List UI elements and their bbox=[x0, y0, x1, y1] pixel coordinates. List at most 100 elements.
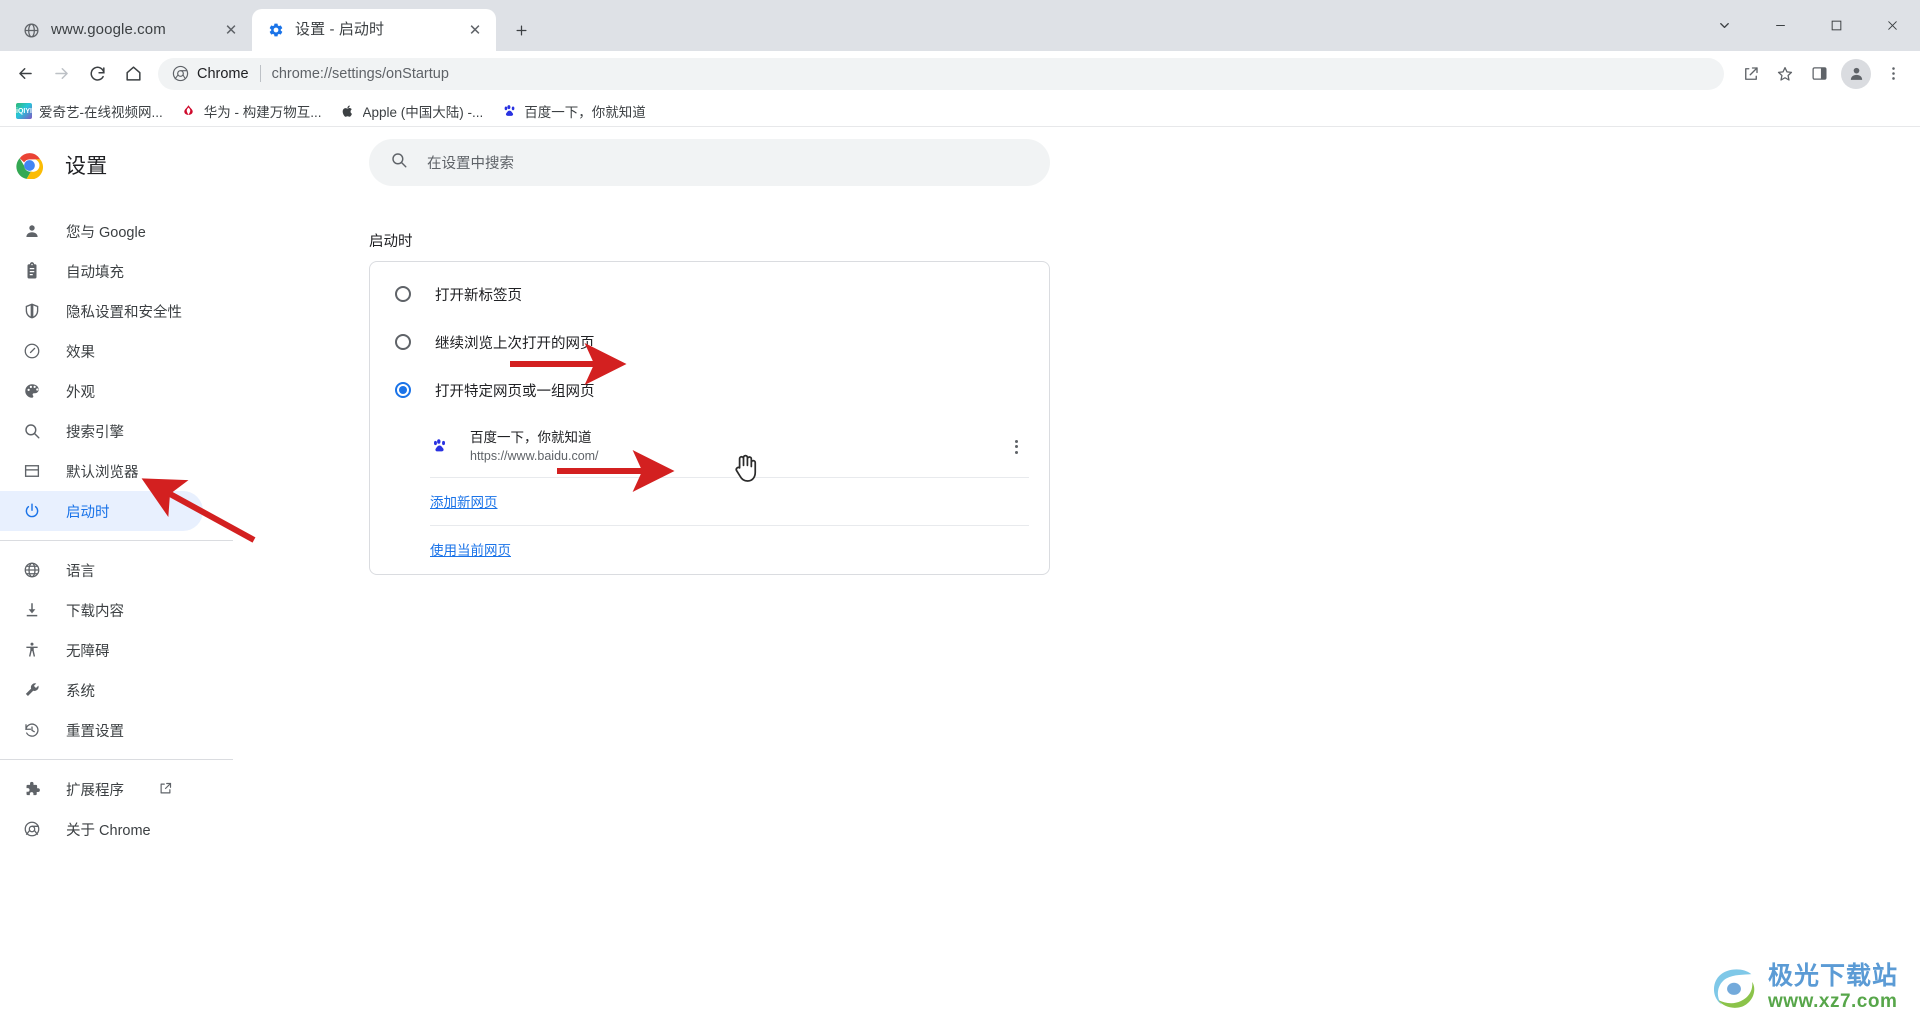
shield-icon bbox=[22, 301, 42, 321]
clipboard-icon bbox=[22, 261, 42, 281]
settings-search-wrapper: 在设置中搜索 bbox=[369, 139, 1050, 186]
chrome-icon bbox=[22, 819, 42, 839]
baidu-icon bbox=[430, 438, 448, 456]
reload-icon[interactable] bbox=[80, 57, 114, 91]
sidebar-item-you-and-google[interactable]: 您与 Google bbox=[0, 211, 203, 251]
tab-search-icon[interactable] bbox=[1696, 6, 1752, 46]
address-bar[interactable]: Chrome chrome://settings/onStartup bbox=[158, 58, 1724, 90]
tab-title: www.google.com bbox=[51, 21, 210, 39]
download-icon bbox=[22, 600, 42, 620]
bookmark-item[interactable]: iQIYI 爱奇艺-在线视频网... bbox=[8, 97, 171, 125]
gear-icon bbox=[266, 21, 285, 40]
close-icon[interactable]: ✕ bbox=[220, 19, 242, 41]
forward-icon[interactable] bbox=[44, 57, 78, 91]
add-new-page-row[interactable]: 添加新网页 bbox=[430, 478, 1029, 526]
watermark-logo-icon bbox=[1708, 965, 1760, 1011]
three-dot-menu-icon[interactable] bbox=[1876, 57, 1910, 91]
apple-icon bbox=[340, 103, 356, 119]
person-icon bbox=[22, 221, 42, 241]
use-current-pages-row[interactable]: 使用当前网页 bbox=[430, 526, 1029, 564]
sidebar-item-reset-settings[interactable]: 重置设置 bbox=[0, 710, 203, 750]
close-icon[interactable]: ✕ bbox=[464, 19, 486, 41]
search-placeholder: 在设置中搜索 bbox=[427, 152, 514, 173]
startup-page-url: https://www.baidu.com/ bbox=[470, 447, 1005, 465]
sidebar-item-on-startup[interactable]: 启动时 bbox=[0, 491, 203, 531]
startup-page-text: 百度一下，你就知道 https://www.baidu.com/ bbox=[470, 428, 1005, 465]
sidebar-item-extensions[interactable]: 扩展程序 bbox=[0, 769, 203, 809]
browser-toolbar: Chrome chrome://settings/onStartup bbox=[0, 51, 1920, 96]
radio-button[interactable] bbox=[395, 382, 411, 398]
use-current-pages-link[interactable]: 使用当前网页 bbox=[430, 543, 511, 558]
accessibility-icon bbox=[22, 640, 42, 660]
window-controls bbox=[1696, 0, 1920, 51]
site-watermark: 极光下载站 www.xz7.com bbox=[1708, 964, 1898, 1011]
new-tab-button[interactable] bbox=[504, 13, 538, 47]
sidebar-item-label: 隐私设置和安全性 bbox=[66, 301, 182, 322]
bookmark-item[interactable]: 华为 - 构建万物互... bbox=[173, 97, 330, 125]
tab-title: 设置 - 启动时 bbox=[295, 21, 454, 39]
sidebar-item-accessibility[interactable]: 无障碍 bbox=[0, 630, 203, 670]
sidebar-item-downloads[interactable]: 下载内容 bbox=[0, 590, 203, 630]
radio-button[interactable] bbox=[395, 286, 411, 302]
avatar[interactable] bbox=[1841, 59, 1871, 89]
add-new-page-link[interactable]: 添加新网页 bbox=[430, 495, 498, 510]
browser-tab-google[interactable]: www.google.com ✕ bbox=[8, 9, 252, 51]
chrome-icon bbox=[172, 65, 189, 82]
sidebar-item-search-engine[interactable]: 搜索引擎 bbox=[0, 411, 203, 451]
radio-continue-where-left-off[interactable]: 继续浏览上次打开的网页 bbox=[370, 318, 1049, 366]
startup-page-row[interactable]: 百度一下，你就知道 https://www.baidu.com/ bbox=[430, 420, 1029, 478]
sidebar-item-languages[interactable]: 语言 bbox=[0, 550, 203, 590]
bookmark-item[interactable]: Apple (中国大陆) -... bbox=[332, 97, 492, 125]
home-icon[interactable] bbox=[116, 57, 150, 91]
side-panel-icon[interactable] bbox=[1802, 57, 1836, 91]
sidebar-item-label: 您与 Google bbox=[66, 221, 146, 242]
tab-strip: www.google.com ✕ 设置 - 启动时 ✕ bbox=[0, 0, 1920, 51]
bookmark-label: 百度一下，你就知道 bbox=[524, 101, 646, 121]
startup-page-name: 百度一下，你就知道 bbox=[470, 428, 1005, 447]
bookmark-item[interactable]: 百度一下，你就知道 bbox=[493, 97, 654, 125]
sidebar-item-system[interactable]: 系统 bbox=[0, 670, 203, 710]
sidebar-item-label: 外观 bbox=[66, 381, 95, 402]
sidebar-item-label: 效果 bbox=[66, 341, 95, 362]
sidebar-item-appearance[interactable]: 外观 bbox=[0, 371, 203, 411]
browser-window-icon bbox=[22, 461, 42, 481]
radio-open-specific-pages[interactable]: 打开特定网页或一组网页 bbox=[370, 366, 1049, 414]
minimize-button[interactable] bbox=[1752, 6, 1808, 46]
sidebar-item-autofill[interactable]: 自动填充 bbox=[0, 251, 203, 291]
settings-header: 设置 bbox=[0, 137, 255, 193]
radio-open-new-tab[interactable]: 打开新标签页 bbox=[370, 270, 1049, 318]
sidebar-item-label: 关于 Chrome bbox=[66, 819, 151, 840]
share-icon[interactable] bbox=[1734, 57, 1768, 91]
baidu-icon bbox=[501, 103, 517, 119]
star-icon[interactable] bbox=[1768, 57, 1802, 91]
radio-label: 打开特定网页或一组网页 bbox=[435, 380, 595, 401]
maximize-button[interactable] bbox=[1808, 6, 1864, 46]
omnibox-url: chrome://settings/onStartup bbox=[272, 66, 449, 82]
sidebar-item-privacy-security[interactable]: 隐私设置和安全性 bbox=[0, 291, 203, 331]
chrome-chip-label: Chrome bbox=[197, 66, 249, 82]
sidebar-item-label: 默认浏览器 bbox=[66, 461, 139, 482]
sidebar-item-label: 搜索引擎 bbox=[66, 421, 124, 442]
omnibox-divider bbox=[260, 65, 261, 82]
radio-button[interactable] bbox=[395, 334, 411, 350]
search-input[interactable]: 在设置中搜索 bbox=[369, 139, 1050, 186]
sidebar-item-label: 系统 bbox=[66, 680, 95, 701]
sidebar-item-about-chrome[interactable]: 关于 Chrome bbox=[0, 809, 203, 849]
sidebar-item-default-browser[interactable]: 默认浏览器 bbox=[0, 451, 203, 491]
sidebar-item-performance[interactable]: 效果 bbox=[0, 331, 203, 371]
back-icon[interactable] bbox=[8, 57, 42, 91]
sidebar-item-label: 扩展程序 bbox=[66, 779, 124, 800]
browser-tab-settings[interactable]: 设置 - 启动时 ✕ bbox=[252, 9, 496, 51]
bookmark-label: Apple (中国大陆) -... bbox=[363, 101, 484, 121]
chrome-logo-icon bbox=[16, 152, 43, 179]
radio-label: 继续浏览上次打开的网页 bbox=[435, 332, 595, 353]
close-window-button[interactable] bbox=[1864, 6, 1920, 46]
startup-options-card: 打开新标签页 继续浏览上次打开的网页 打开特定网页或一组网页 bbox=[369, 261, 1050, 575]
globe-icon bbox=[22, 21, 41, 40]
sidebar-item-label: 无障碍 bbox=[66, 640, 110, 661]
settings-page: 设置 您与 Google 自动填充 隐私设置和安全性 bbox=[0, 127, 1920, 1024]
section-heading: 启动时 bbox=[369, 230, 1920, 251]
settings-content: 在设置中搜索 启动时 打开新标签页 继续浏览上次打开的网页 打开特定网页或一组网… bbox=[255, 127, 1920, 1024]
three-dot-menu-icon[interactable] bbox=[1005, 436, 1027, 458]
toolbar-right-actions bbox=[1734, 57, 1910, 91]
